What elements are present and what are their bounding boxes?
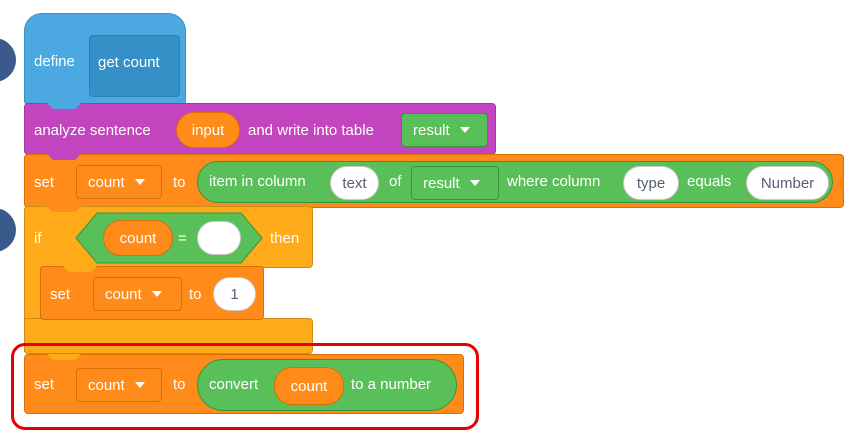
- item-in-column-label: item in column: [209, 173, 306, 190]
- equals-sign-label: =: [178, 230, 187, 247]
- script-hat-circle-icon: [0, 38, 16, 82]
- column-input-value: text: [342, 174, 367, 192]
- script-hat-circle-icon: [0, 208, 16, 252]
- variable-dropdown[interactable]: count: [76, 165, 162, 199]
- column-input[interactable]: text: [330, 166, 379, 200]
- chevron-down-icon: [469, 180, 480, 186]
- define-label: define: [34, 53, 75, 70]
- of-label: of: [389, 173, 402, 190]
- where-column-input-value: type: [636, 174, 666, 192]
- equals-input[interactable]: Number: [746, 166, 829, 200]
- where-column-label: where column: [507, 173, 601, 190]
- compare-value-input[interactable]: [197, 221, 241, 255]
- value-input-value: 1: [230, 285, 239, 303]
- block-notch: [47, 154, 81, 160]
- if-block-header[interactable]: if count = then: [24, 206, 313, 268]
- input-reporter-label: input: [191, 121, 225, 139]
- table-dropdown[interactable]: result: [401, 113, 488, 147]
- custom-block-name[interactable]: get count: [89, 35, 180, 97]
- write-into-table-label: and write into table: [248, 122, 374, 139]
- table-dropdown[interactable]: result: [411, 166, 499, 200]
- analyze-sentence-block[interactable]: analyze sentence input and write into ta…: [24, 103, 496, 155]
- count-reporter[interactable]: count: [103, 220, 173, 256]
- block-notch: [47, 103, 81, 109]
- table-dropdown-value: result: [423, 174, 460, 192]
- if-label: if: [34, 230, 42, 247]
- define-block[interactable]: define get count: [24, 13, 186, 105]
- set-variable-block[interactable]: set count to item in column text of resu…: [24, 154, 844, 208]
- highlight-outline: [11, 343, 479, 430]
- item-in-column-reporter[interactable]: item in column text of result where colu…: [197, 161, 833, 203]
- set-label: set: [50, 286, 71, 303]
- to-label: to: [173, 174, 186, 191]
- then-label: then: [270, 230, 300, 247]
- block-notch: [63, 266, 97, 272]
- chevron-down-icon: [459, 127, 470, 133]
- table-dropdown-value: result: [413, 121, 450, 139]
- where-column-input[interactable]: type: [623, 166, 679, 200]
- to-label: to: [189, 286, 202, 303]
- equals-label: equals: [687, 173, 732, 190]
- count-reporter-label: count: [119, 229, 157, 247]
- variable-dropdown[interactable]: count: [93, 277, 182, 311]
- value-input[interactable]: 1: [213, 277, 256, 311]
- input-reporter[interactable]: input: [176, 112, 240, 148]
- variable-dropdown-value: count: [105, 285, 142, 303]
- custom-block-name-label: get count: [98, 54, 160, 71]
- chevron-down-icon: [134, 179, 145, 185]
- equals-input-value: Number: [760, 174, 815, 192]
- set-label: set: [34, 174, 55, 191]
- chevron-down-icon: [151, 291, 162, 297]
- analyze-label: analyze sentence: [34, 122, 151, 139]
- set-variable-block[interactable]: set count to 1: [40, 266, 264, 320]
- variable-dropdown-value: count: [88, 173, 125, 191]
